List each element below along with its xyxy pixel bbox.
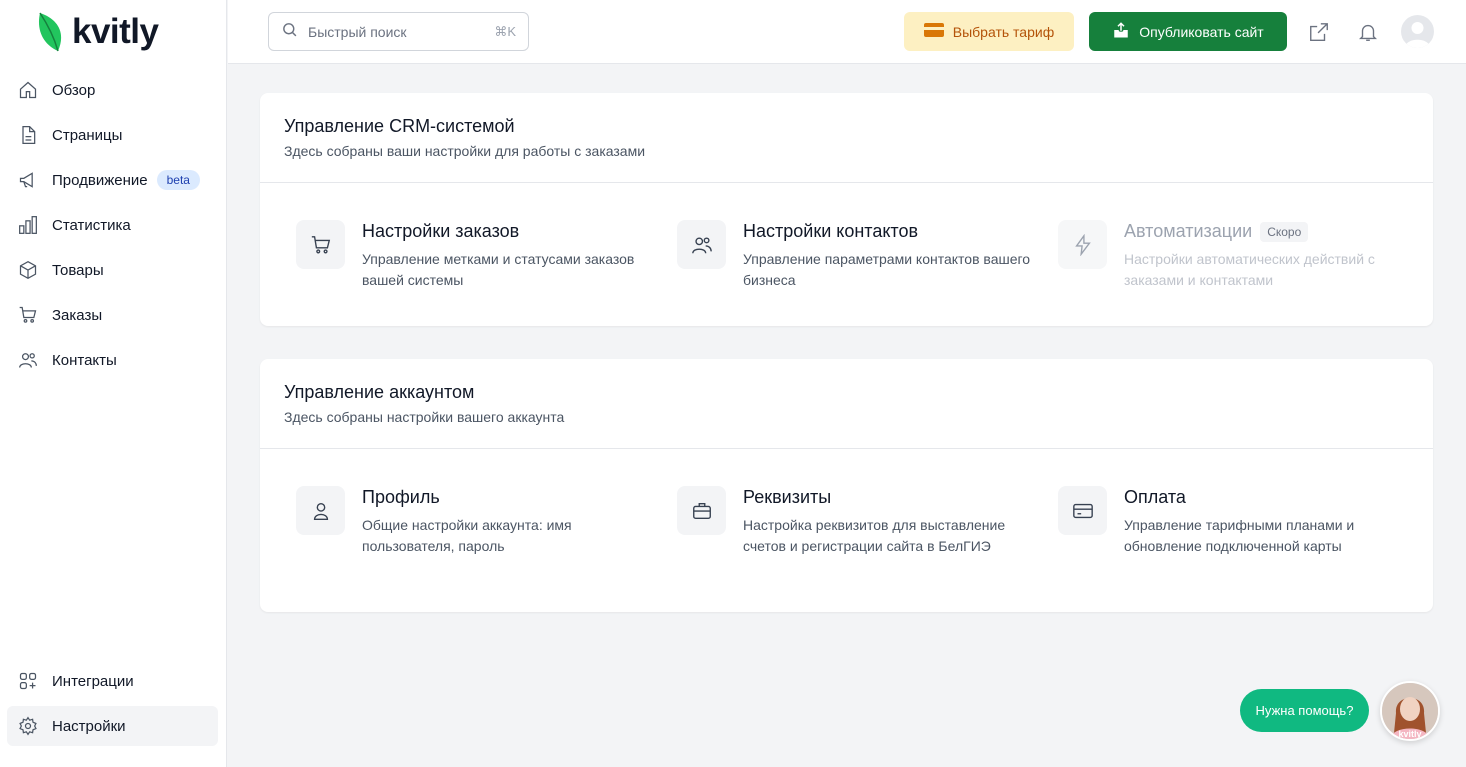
cart-icon	[17, 304, 39, 326]
sidebar-item-promotion[interactable]: Продвижение beta	[7, 160, 218, 200]
choose-tariff-label: Выбрать тариф	[952, 23, 1055, 40]
leaf-logo-icon	[38, 12, 62, 52]
credit-card-icon	[1058, 486, 1107, 535]
sidebar-item-label: Контакты	[52, 351, 117, 369]
profile-desc: Общие настройки аккаунта: имя пользовате…	[362, 517, 572, 554]
choose-tariff-button[interactable]: Выбрать тариф	[904, 12, 1074, 51]
sidebar-item-label: Товары	[52, 261, 104, 279]
contact-settings-title: Настройки контактов	[743, 221, 919, 241]
crm-card-title: Управление CRM-системой	[284, 116, 515, 136]
search-shortcut: ⌘K	[494, 23, 516, 39]
account-card-header: Управление аккаунтом Здесь собраны настр…	[260, 359, 1433, 449]
credit-card-icon	[923, 22, 944, 41]
publish-site-button[interactable]: Опубликовать сайт	[1089, 12, 1287, 51]
top-bar: Быстрый поиск ⌘K Выбрать тариф Опубликов…	[228, 0, 1466, 64]
sidebar-item-label: Страницы	[52, 126, 123, 144]
publish-icon	[1112, 21, 1130, 42]
crm-card-header: Управление CRM-системой Здесь собраны ва…	[260, 93, 1433, 183]
sidebar-item-label: Продвижение	[52, 171, 148, 189]
sidebar-item-orders[interactable]: Заказы	[7, 295, 218, 335]
sidebar-item-overview[interactable]: Обзор	[7, 70, 218, 110]
sidebar-item-label: Заказы	[52, 306, 103, 324]
beta-badge: beta	[156, 170, 200, 190]
requisites-title: Реквизиты	[743, 487, 832, 507]
search-input[interactable]: Быстрый поиск ⌘K	[268, 12, 529, 51]
cart-icon	[296, 220, 345, 269]
gear-icon	[17, 715, 39, 737]
automation-title: Автоматизации	[1124, 221, 1253, 241]
soon-badge: Скоро	[1260, 221, 1309, 242]
bar-chart-icon	[17, 214, 39, 236]
contact-settings-desc: Управление параметрами контактов вашего …	[743, 251, 1031, 288]
help-button[interactable]: Нужна помощь?	[1240, 689, 1369, 732]
megaphone-icon	[17, 169, 39, 191]
sidebar-item-settings[interactable]: Настройки	[7, 706, 218, 746]
sidebar-item-pages[interactable]: Страницы	[7, 115, 218, 155]
sidebar-item-products[interactable]: Товары	[7, 250, 218, 290]
automation-title-row: Автоматизации Скоро	[1124, 221, 1309, 242]
sidebar-nav: Обзор Страницы Продвижение beta Статисти…	[7, 70, 218, 385]
order-settings-desc: Управление метками и статусами заказов в…	[362, 251, 635, 288]
sidebar-item-label: Интеграции	[52, 672, 134, 690]
search-placeholder: Быстрый поиск	[308, 23, 407, 40]
sidebar-item-label: Обзор	[52, 81, 96, 99]
search-icon	[281, 21, 298, 43]
briefcase-icon	[677, 486, 726, 535]
lightning-icon	[1058, 220, 1107, 269]
crm-settings-card: Управление CRM-системой Здесь собраны ва…	[260, 93, 1433, 326]
sidebar-item-integrations[interactable]: Интеграции	[7, 661, 218, 701]
sidebar: kvitly Обзор Страницы Продвижение beta С…	[0, 0, 227, 767]
support-avatar[interactable]: kvitly	[1380, 681, 1440, 741]
order-settings-title: Настройки заказов	[362, 221, 520, 241]
payment-title: Оплата	[1124, 487, 1186, 507]
users-icon	[677, 220, 726, 269]
logo[interactable]: kvitly	[36, 10, 159, 54]
account-settings-card: Управление аккаунтом Здесь собраны настр…	[260, 359, 1433, 612]
sidebar-item-label: Настройки	[52, 717, 126, 735]
users-icon	[17, 349, 39, 371]
bell-icon[interactable]	[1356, 20, 1380, 44]
sidebar-bottom-nav: Интеграции Настройки	[7, 661, 218, 751]
account-card-subtitle: Здесь собраны настройки вашего аккаунта	[284, 409, 565, 425]
logo-text: kvitly	[72, 12, 159, 51]
box-icon	[17, 259, 39, 281]
home-icon	[17, 79, 39, 101]
user-avatar[interactable]	[1401, 15, 1434, 48]
publish-site-label: Опубликовать сайт	[1139, 23, 1264, 40]
sidebar-item-contacts[interactable]: Контакты	[7, 340, 218, 380]
user-icon	[296, 486, 345, 535]
profile-title: Профиль	[362, 487, 440, 507]
payment-desc: Управление тарифными планами и обновлени…	[1124, 517, 1355, 554]
sidebar-item-statistics[interactable]: Статистика	[7, 205, 218, 245]
requisites-desc: Настройка реквизитов для выставление сче…	[743, 517, 1006, 554]
file-icon	[17, 124, 39, 146]
sidebar-item-label: Статистика	[52, 216, 131, 234]
account-card-title: Управление аккаунтом	[284, 382, 475, 402]
external-link-icon[interactable]	[1307, 20, 1331, 44]
support-avatar-caption: kvitly	[1398, 729, 1421, 739]
grid-plus-icon	[17, 670, 39, 692]
crm-card-subtitle: Здесь собраны ваши настройки для работы …	[284, 143, 646, 159]
automation-desc: Настройки автоматических действий с зака…	[1124, 251, 1375, 288]
